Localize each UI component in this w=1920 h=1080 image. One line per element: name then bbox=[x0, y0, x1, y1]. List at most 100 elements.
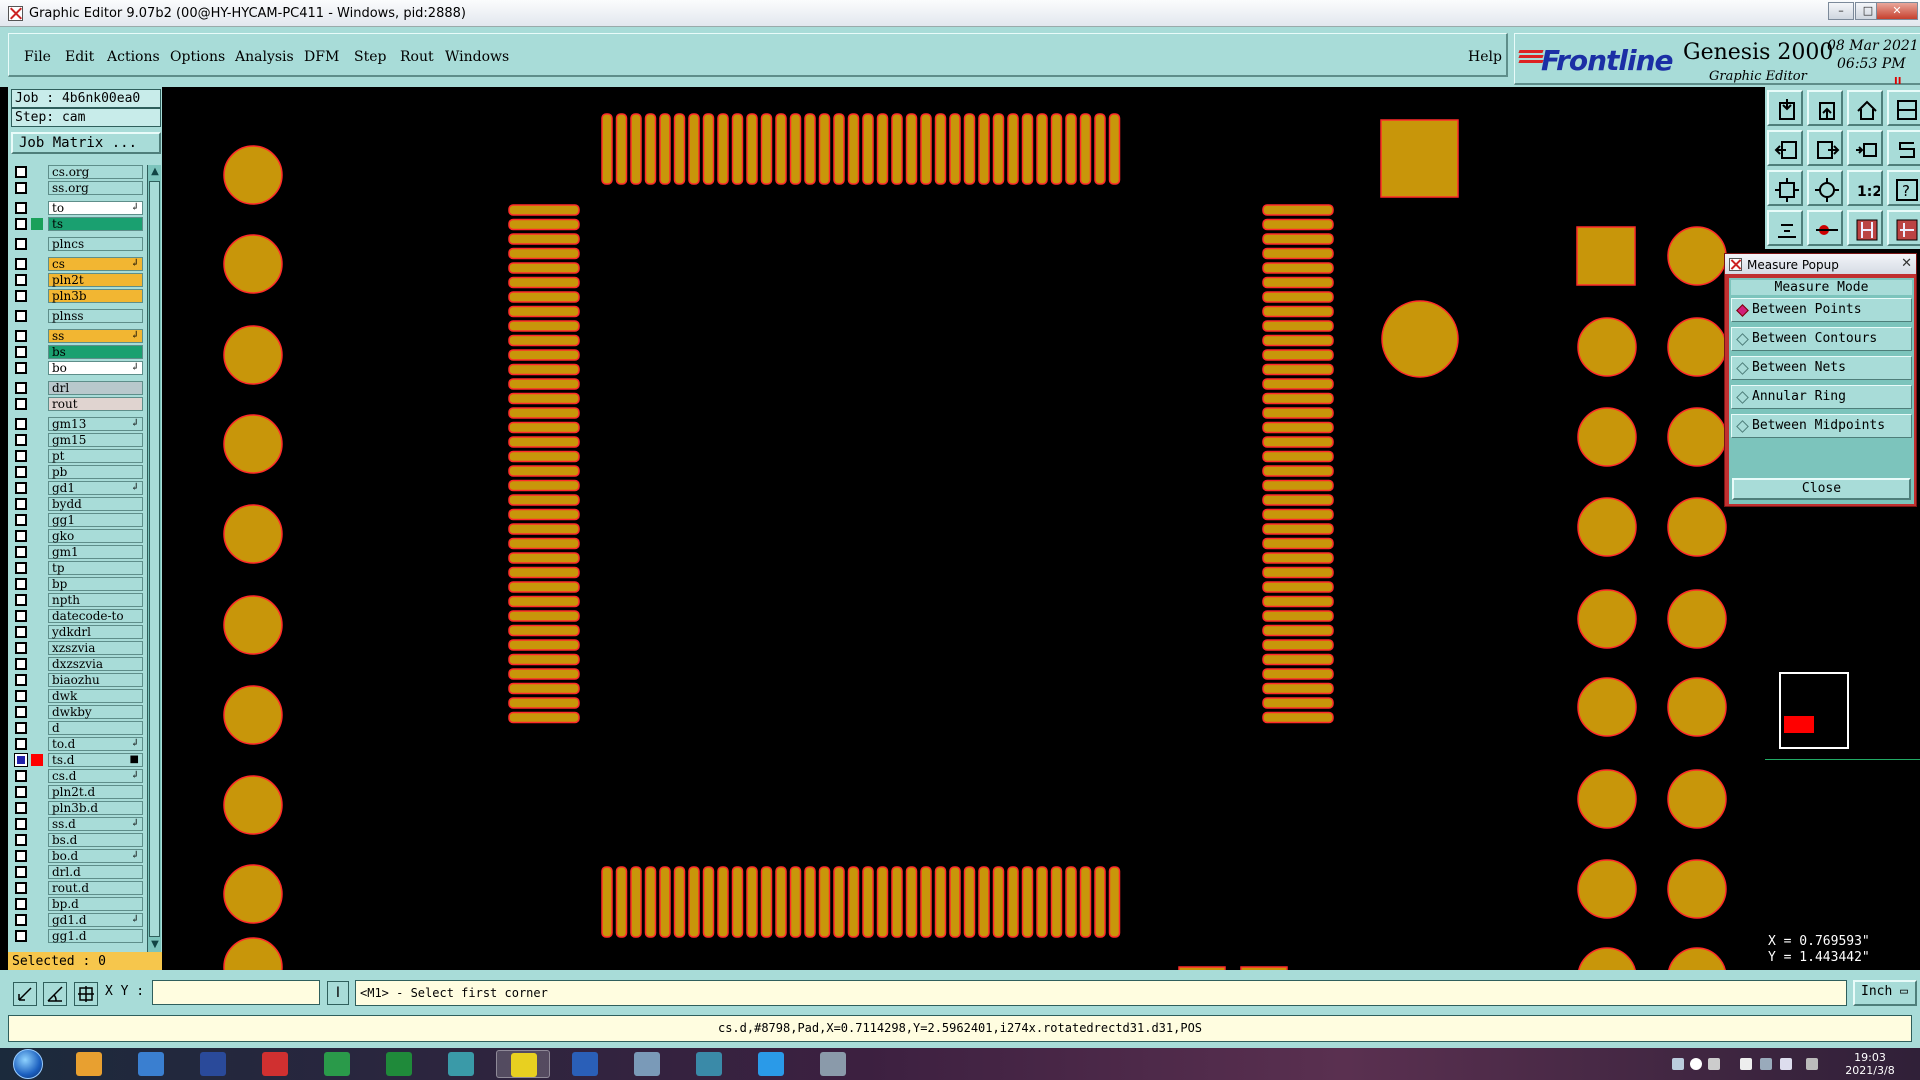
qfp-pad-right[interactable] bbox=[1262, 349, 1334, 361]
qfp-pad-left[interactable] bbox=[508, 320, 580, 332]
qfp-pad-top[interactable] bbox=[760, 113, 773, 185]
menu-windows[interactable]: Windows bbox=[445, 49, 509, 65]
qfp-pad-right[interactable] bbox=[1262, 581, 1334, 593]
qfp-pad-top[interactable] bbox=[934, 113, 947, 185]
qfp-pad-top[interactable] bbox=[862, 113, 874, 185]
layer-row-dxzszvia[interactable]: dxzszvia bbox=[12, 657, 144, 671]
header-pin-right[interactable] bbox=[1668, 947, 1726, 970]
layer-checkbox[interactable] bbox=[15, 238, 27, 250]
layer-row-to-d[interactable]: to.d ↲ bbox=[12, 737, 144, 751]
layer-checkbox[interactable] bbox=[15, 310, 27, 322]
layer-name[interactable]: ydkdrl bbox=[48, 625, 143, 639]
qfp-pad-top[interactable] bbox=[789, 113, 802, 185]
qfp-pad-bottom[interactable] bbox=[775, 866, 787, 938]
layer-checkbox[interactable] bbox=[15, 834, 27, 846]
fit-all-icon[interactable] bbox=[1767, 170, 1803, 206]
qfp-pad-left[interactable] bbox=[508, 465, 580, 477]
header-pin-right[interactable] bbox=[1667, 226, 1727, 286]
qfp-pad-top[interactable] bbox=[601, 113, 613, 185]
qfp-pad-top[interactable] bbox=[876, 113, 889, 185]
round-pad-left[interactable] bbox=[223, 864, 283, 924]
layer-checkbox[interactable] bbox=[15, 770, 27, 782]
layer-checkbox[interactable] bbox=[15, 674, 27, 686]
layer-row-drl[interactable]: drl bbox=[12, 381, 144, 395]
layer-checkbox[interactable] bbox=[15, 866, 27, 878]
layer-scrollbar[interactable]: ▲ ▼ bbox=[147, 165, 161, 953]
qfp-pad-top[interactable] bbox=[1007, 113, 1019, 185]
layer-checkbox[interactable] bbox=[15, 330, 27, 342]
qfp-pad-right[interactable] bbox=[1262, 204, 1334, 216]
qfp-pad-bottom[interactable] bbox=[891, 866, 903, 938]
layer-row-pln3b-d[interactable]: pln3b.d bbox=[12, 801, 144, 815]
layer-name[interactable]: pln2t bbox=[48, 273, 143, 287]
qfp-pad-top[interactable] bbox=[1021, 113, 1034, 185]
qfp-pad-top[interactable] bbox=[702, 113, 715, 185]
qfp-pad-right[interactable] bbox=[1262, 624, 1334, 637]
qfp-pad-left[interactable] bbox=[508, 523, 580, 535]
layer-checkbox[interactable] bbox=[15, 642, 27, 654]
menu-file[interactable]: File bbox=[24, 49, 51, 65]
layer-row-cs-d[interactable]: cs.d ↲ bbox=[12, 769, 144, 783]
layer-checkbox[interactable] bbox=[15, 722, 27, 734]
qfp-pad-right[interactable] bbox=[1262, 653, 1334, 666]
job-matrix-button[interactable]: Job Matrix ... bbox=[11, 132, 161, 154]
qfp-pad-bottom[interactable] bbox=[731, 866, 744, 938]
layer-checkbox[interactable] bbox=[15, 530, 27, 542]
qfp-pad-bottom[interactable] bbox=[978, 866, 990, 938]
scroll-up-icon[interactable]: ▲ bbox=[149, 166, 161, 178]
layer-name[interactable]: cs ↲ bbox=[48, 257, 143, 271]
menu-options[interactable]: Options bbox=[170, 49, 225, 65]
measure-popup-titlebar[interactable]: Measure Popup ✕ bbox=[1725, 254, 1916, 274]
scroll-thumb[interactable] bbox=[149, 181, 160, 937]
layer-name[interactable]: drl.d bbox=[48, 865, 143, 879]
qfp-pad-bottom[interactable] bbox=[1007, 866, 1019, 938]
qfp-pad-left[interactable] bbox=[508, 610, 580, 622]
option-annular-ring[interactable]: Annular Ring bbox=[1731, 385, 1912, 409]
qfp-pad-right[interactable] bbox=[1262, 465, 1334, 477]
qfp-pad-bottom[interactable] bbox=[847, 866, 860, 938]
qfp-pad-top[interactable] bbox=[688, 113, 700, 185]
layer-row-gg1[interactable]: gg1 bbox=[12, 513, 144, 527]
qfp-pad-right[interactable] bbox=[1262, 363, 1334, 376]
layer-checkbox[interactable] bbox=[15, 450, 27, 462]
qfp-pad-left[interactable] bbox=[508, 276, 580, 289]
qfp-pad-bottom[interactable] bbox=[1065, 866, 1077, 938]
tray-volume-icon[interactable] bbox=[1780, 1058, 1792, 1070]
qfp-pad-top[interactable] bbox=[1108, 113, 1121, 185]
layer-name[interactable]: ts bbox=[48, 217, 143, 231]
layer-checkbox[interactable] bbox=[15, 818, 27, 830]
qfp-pad-left[interactable] bbox=[508, 233, 580, 245]
one-to-one-icon[interactable]: 1:2 bbox=[1847, 170, 1883, 206]
layer-checkbox[interactable] bbox=[15, 482, 27, 494]
tray-ime-icon[interactable] bbox=[1806, 1058, 1818, 1070]
layer-checkbox[interactable] bbox=[15, 898, 27, 910]
layer-name[interactable]: datecode-to bbox=[48, 609, 143, 623]
redraw-icon[interactable] bbox=[1887, 130, 1920, 166]
qfp-pad-left[interactable] bbox=[508, 204, 580, 216]
round-pad-left[interactable] bbox=[223, 595, 283, 655]
qfp-pad-right[interactable] bbox=[1262, 668, 1334, 680]
qfp-pad-right[interactable] bbox=[1262, 305, 1334, 318]
layer-checkbox[interactable] bbox=[15, 882, 27, 894]
qfp-pad-right[interactable] bbox=[1262, 711, 1334, 724]
layer-row-bo-d[interactable]: bo.d ↲ bbox=[12, 849, 144, 863]
qfp-pad-left[interactable] bbox=[508, 479, 580, 492]
header-pin-square[interactable] bbox=[1576, 226, 1636, 286]
layer-row-bydd[interactable]: bydd bbox=[12, 497, 144, 511]
snap-icon[interactable] bbox=[1767, 210, 1803, 246]
qfp-pad-right[interactable] bbox=[1262, 218, 1334, 231]
qfp-pad-right[interactable] bbox=[1262, 639, 1334, 651]
header-pin-left[interactable] bbox=[1577, 769, 1637, 829]
snap-corner-icon[interactable] bbox=[13, 982, 37, 1006]
pause-icon[interactable]: II bbox=[1894, 76, 1901, 87]
qfp-pad-bottom[interactable] bbox=[833, 866, 845, 938]
qfp-pad-left[interactable] bbox=[508, 508, 580, 521]
qfp-pad-bottom[interactable] bbox=[905, 866, 918, 938]
layer-checkbox[interactable] bbox=[15, 166, 27, 178]
layer-name[interactable]: npth bbox=[48, 593, 143, 607]
layer-name[interactable]: biaozhu bbox=[48, 673, 143, 687]
snap-angle-icon[interactable] bbox=[43, 982, 67, 1006]
layer-checkbox[interactable] bbox=[15, 690, 27, 702]
xy-input[interactable] bbox=[152, 980, 320, 1005]
qfp-pad-top[interactable] bbox=[978, 113, 990, 185]
